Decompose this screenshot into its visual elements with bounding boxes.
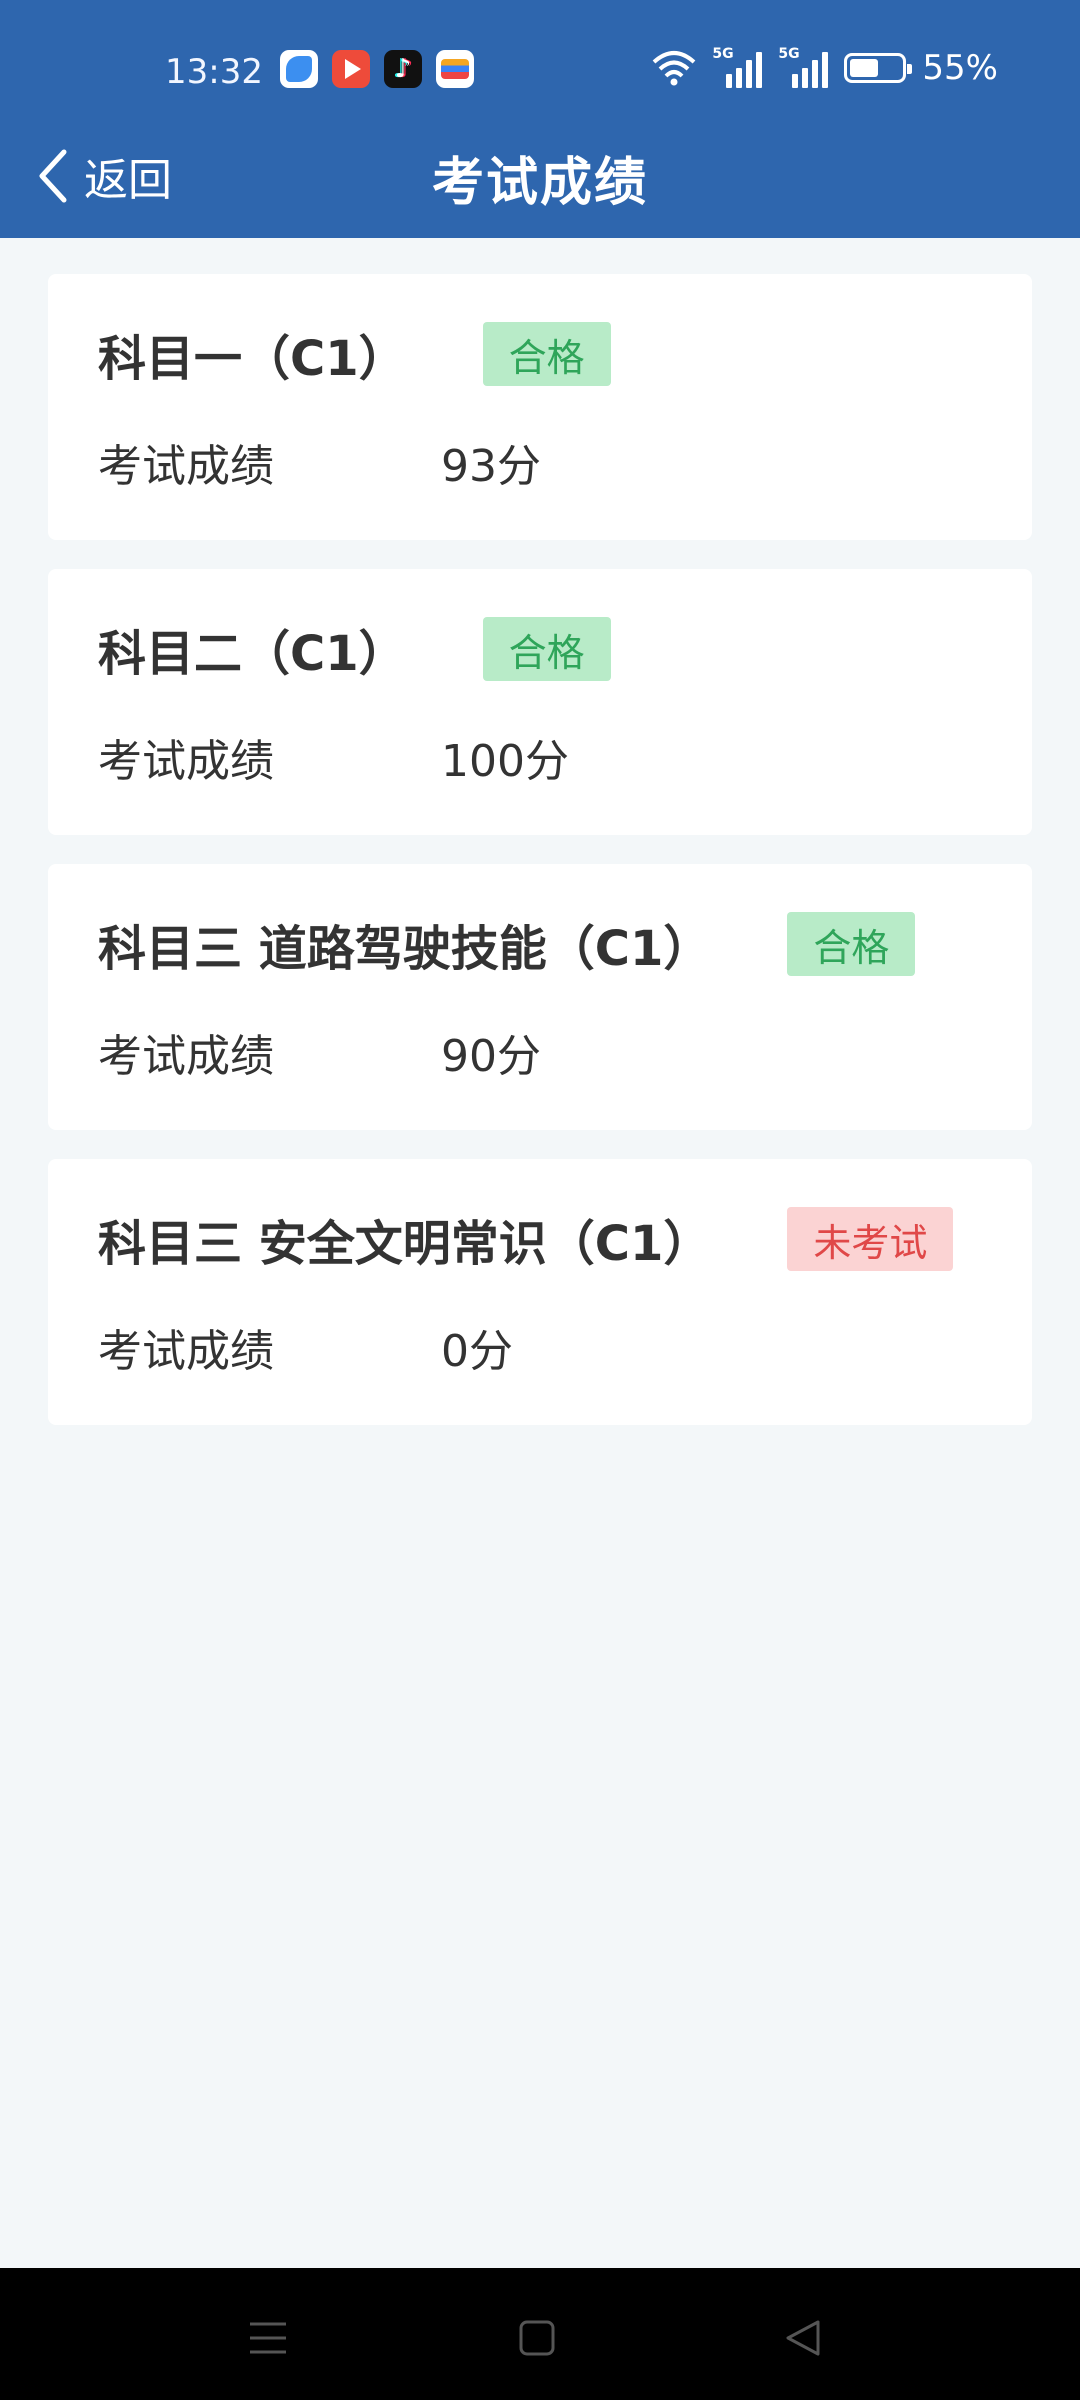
battery-icon	[844, 53, 913, 83]
score-label: 考试成绩	[98, 1326, 274, 1377]
battery-level	[850, 59, 879, 77]
score-value: 0分	[441, 1326, 513, 1377]
score-list: 科目一（C1） 合格 考试成绩 93分 科目二（C1） 合格 考试成绩 100分…	[48, 274, 1032, 1454]
subject-title: 科目三 道路驾驶技能（C1）	[98, 921, 712, 977]
score-card: 科目二（C1） 合格 考试成绩 100分	[48, 569, 1032, 835]
score-card: 科目三 道路驾驶技能（C1） 合格 考试成绩 90分	[48, 864, 1032, 1130]
network-type-label: 5G	[778, 46, 800, 62]
score-label: 考试成绩	[98, 736, 274, 787]
status-badge: 合格	[787, 912, 916, 976]
score-value: 100分	[441, 736, 569, 787]
score-value: 90分	[441, 1031, 541, 1082]
tiktok-icon	[384, 50, 422, 88]
network-type-label: 5G	[712, 46, 734, 62]
status-indicators: 5G 5G 55%	[652, 46, 998, 88]
subject-title: 科目三 安全文明常识（C1）	[98, 1216, 712, 1272]
battery-percent: 55%	[922, 48, 998, 88]
status-badge: 合格	[482, 617, 611, 681]
system-nav-bar	[0, 2268, 1080, 2400]
status-badge: 合格	[482, 322, 611, 386]
menu-icon[interactable]	[238, 2308, 298, 2368]
subject-title: 科目一（C1）	[98, 331, 407, 387]
status-time: 13:32	[165, 52, 263, 92]
notification-icons	[280, 50, 474, 88]
subject-title: 科目二（C1）	[98, 626, 407, 682]
score-label: 考试成绩	[98, 1031, 274, 1082]
app-header: 13:32 5G	[0, 0, 1080, 238]
signal-icon-2: 5G	[778, 46, 829, 88]
score-label: 考试成绩	[98, 441, 274, 492]
browser-icon	[280, 50, 318, 88]
score-card: 科目三 安全文明常识（C1） 未考试 考试成绩 0分	[48, 1159, 1032, 1425]
home-icon[interactable]	[507, 2308, 567, 2368]
nav-bar: 返回 考试成绩	[0, 130, 1080, 220]
page-title: 考试成绩	[431, 153, 648, 213]
score-value: 93分	[441, 441, 541, 492]
wifi-icon	[652, 48, 696, 88]
status-badge: 未考试	[787, 1207, 954, 1271]
wallet-icon	[436, 50, 474, 88]
signal-icon-1: 5G	[712, 46, 763, 88]
score-card: 科目一（C1） 合格 考试成绩 93分	[48, 274, 1032, 540]
back-triangle-icon[interactable]	[774, 2308, 834, 2368]
status-bar: 13:32 5G	[0, 40, 1080, 106]
video-app-icon	[332, 50, 370, 88]
